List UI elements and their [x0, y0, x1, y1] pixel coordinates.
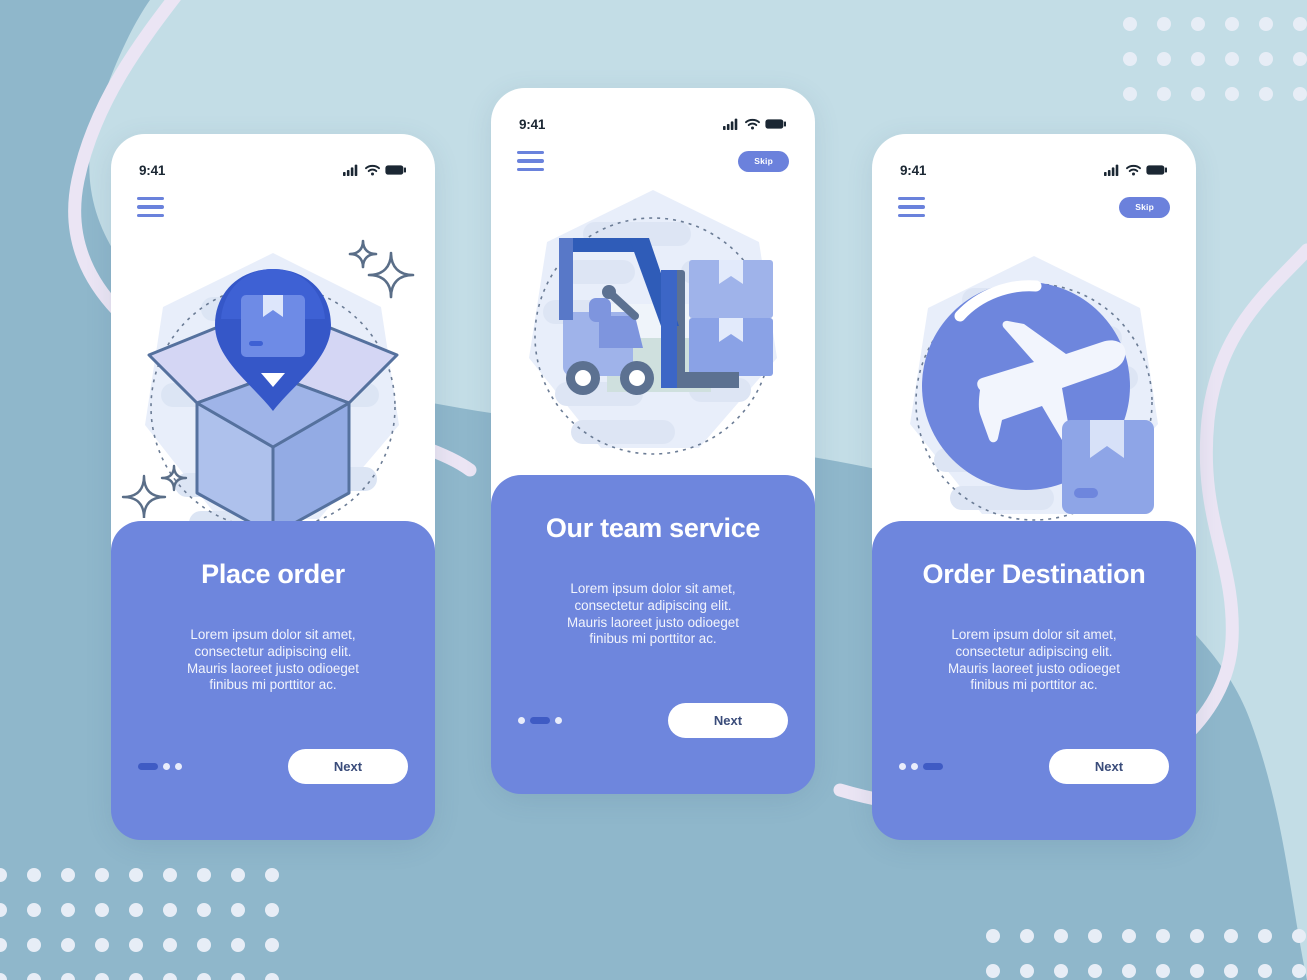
pagination-dot-2[interactable] [163, 762, 170, 770]
page-title: Our team service [545, 513, 761, 543]
illustration-airplane-with-package [872, 230, 1196, 560]
hamburger-menu-icon[interactable] [898, 196, 925, 218]
pagination-dot-2[interactable] [911, 762, 918, 770]
onboarding-screens-mockup: 9:41 9:41 Skip 9:41 Skip Place order Lor… [0, 0, 1307, 980]
status-bar: 9:41 [491, 114, 815, 134]
panel-footer: Next [491, 700, 815, 740]
hamburger-menu-icon[interactable] [137, 196, 164, 218]
status-bar: 9:41 [111, 160, 435, 180]
skip-button[interactable]: Skip [1119, 196, 1170, 218]
description-text: Lorem ipsum dolor sit amet, consectetur … [187, 627, 359, 693]
dot-grid-bottom-left [0, 868, 279, 980]
pagination-dots[interactable] [138, 762, 182, 770]
pagination-dot-3[interactable] [555, 716, 562, 724]
battery-icon [1146, 165, 1167, 175]
next-button[interactable]: Next [668, 702, 788, 738]
pagination-dot-1[interactable] [518, 716, 525, 724]
panel-footer: Next [111, 746, 435, 786]
status-time: 9:41 [139, 162, 166, 178]
pagination-dot-1[interactable] [899, 762, 906, 770]
pagination-dot-1[interactable] [138, 762, 158, 770]
status-icon-group [723, 118, 787, 130]
wifi-icon [745, 118, 760, 130]
sparkle-icon-bottom-left [121, 464, 188, 518]
pagination-dot-2[interactable] [530, 716, 550, 724]
pagination-dots[interactable] [899, 762, 943, 770]
page-title: Place order [201, 559, 345, 589]
wifi-icon [1126, 164, 1141, 176]
panel-footer: Next [872, 746, 1196, 786]
status-time: 9:41 [519, 116, 546, 132]
onboarding-panel-order-destination: Order Destination Lorem ipsum dolor sit … [872, 521, 1196, 840]
onboarding-panel-our-team-service: Our team service Lorem ipsum dolor sit a… [491, 475, 815, 794]
dot-grid-bottom-right [986, 929, 1306, 978]
battery-icon [385, 165, 406, 175]
illustration-forklift-with-boxes [491, 166, 815, 496]
battery-icon [765, 119, 786, 129]
dot-grid-top-right [1123, 17, 1307, 101]
page-title: Order Destination [922, 559, 1146, 589]
wifi-icon [365, 164, 380, 176]
nav-row: Skip [872, 192, 1196, 222]
status-time: 9:41 [900, 162, 927, 178]
status-bar: 9:41 [872, 160, 1196, 180]
pagination-dot-3[interactable] [923, 762, 943, 770]
onboarding-panel-place-order: Place order Lorem ipsum dolor sit amet, … [111, 521, 435, 840]
next-button[interactable]: Next [1049, 748, 1169, 784]
description-text: Lorem ipsum dolor sit amet, consectetur … [567, 581, 739, 647]
description-text: Lorem ipsum dolor sit amet, consectetur … [948, 627, 1120, 693]
status-icon-group [343, 164, 407, 176]
signal-icon [1104, 164, 1119, 176]
signal-icon [723, 118, 738, 130]
sparkle-icon [348, 239, 415, 299]
nav-row [111, 192, 435, 222]
pagination-dots[interactable] [518, 716, 562, 724]
next-button[interactable]: Next [288, 748, 408, 784]
status-icon-group [1104, 164, 1168, 176]
signal-icon [343, 164, 358, 176]
pagination-dot-3[interactable] [175, 762, 182, 770]
